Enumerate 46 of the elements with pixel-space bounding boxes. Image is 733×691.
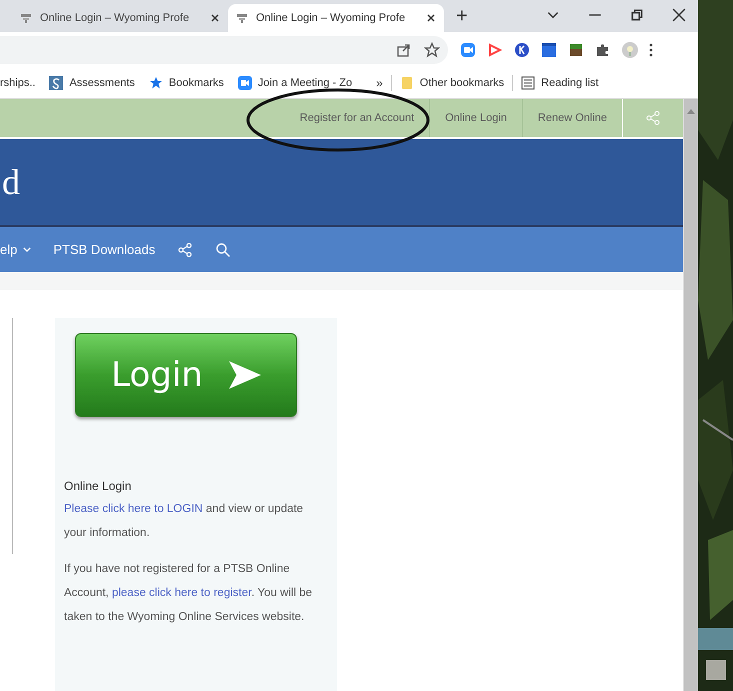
search-icon[interactable] — [215, 242, 232, 258]
top-link[interactable]: Renew Online — [522, 99, 622, 137]
new-tab-button[interactable]: + — [456, 5, 468, 28]
paragraph: If you have not registered for a PTSB Online Account, please click here to register. You will be taken to the Wyoming Online Services website. — [64, 562, 314, 625]
close-icon[interactable] — [672, 8, 686, 22]
scrollbar[interactable] — [683, 99, 698, 691]
video-icon[interactable] — [460, 42, 476, 58]
star-icon[interactable] — [424, 42, 440, 58]
bookmark-folder[interactable]: Other bookmarks — [400, 76, 504, 90]
video-icon — [238, 76, 252, 90]
arrow-icon — [228, 361, 261, 389]
list-icon — [521, 76, 536, 90]
nav-link[interactable]: elp — [0, 242, 32, 257]
folder-icon — [400, 76, 414, 90]
puzzle-icon[interactable] — [595, 42, 611, 58]
bookmark[interactable]: Assessments — [49, 76, 135, 90]
link[interactable]: Please click here to LOGIN — [64, 503, 203, 515]
window-icon[interactable] — [541, 42, 557, 58]
bookmark[interactable]: Join a Meeting - Zo — [238, 76, 352, 90]
top-link[interactable]: Online Login — [429, 99, 522, 137]
card-heading: Online Login — [64, 479, 132, 493]
site-title: d — [2, 161, 20, 203]
bookmark[interactable]: Bookmarks — [148, 76, 224, 90]
paragraph: Please click here to LOGIN and view or update your information. — [64, 502, 304, 541]
more-bookmarks-button[interactable]: » — [376, 76, 383, 90]
close-icon[interactable] — [210, 13, 220, 23]
caret-icon — [23, 247, 32, 252]
menu-icon[interactable] — [649, 42, 653, 58]
share-icon[interactable] — [177, 242, 194, 258]
letter-circle-icon[interactable] — [514, 42, 530, 58]
restore-icon[interactable] — [630, 8, 644, 22]
block-icon[interactable] — [568, 42, 584, 58]
nav-link[interactable]: PTSB Downloads — [53, 242, 156, 257]
reading-list-button[interactable]: Reading list — [521, 76, 599, 90]
letter-s-icon — [49, 76, 64, 90]
site-icon — [20, 13, 32, 23]
browser-tab[interactable]: Online Login – Wyoming Profe — [12, 4, 228, 32]
share-icon[interactable] — [396, 42, 412, 58]
login-button[interactable]: Login — [75, 333, 297, 417]
link[interactable]: please click here to register — [112, 587, 252, 599]
play-icon[interactable] — [487, 42, 503, 58]
site-icon — [236, 13, 248, 23]
star-icon — [148, 76, 163, 90]
browser-tab[interactable]: Online Login – Wyoming Profe — [228, 4, 444, 32]
bookmark[interactable]: rships.. — [0, 77, 36, 89]
close-icon[interactable] — [426, 13, 436, 23]
